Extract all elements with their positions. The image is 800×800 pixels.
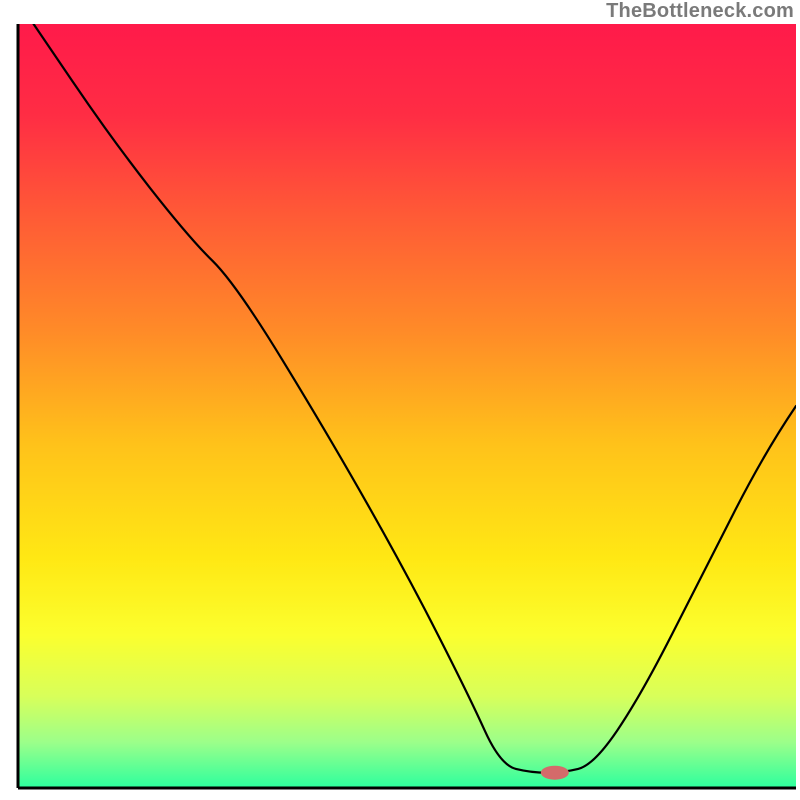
gradient-background xyxy=(18,24,796,788)
optimal-marker xyxy=(541,766,569,780)
chart-svg xyxy=(0,0,800,800)
watermark-label: TheBottleneck.com xyxy=(606,0,794,23)
plot-area xyxy=(18,24,796,788)
bottleneck-chart: TheBottleneck.com xyxy=(0,0,800,800)
